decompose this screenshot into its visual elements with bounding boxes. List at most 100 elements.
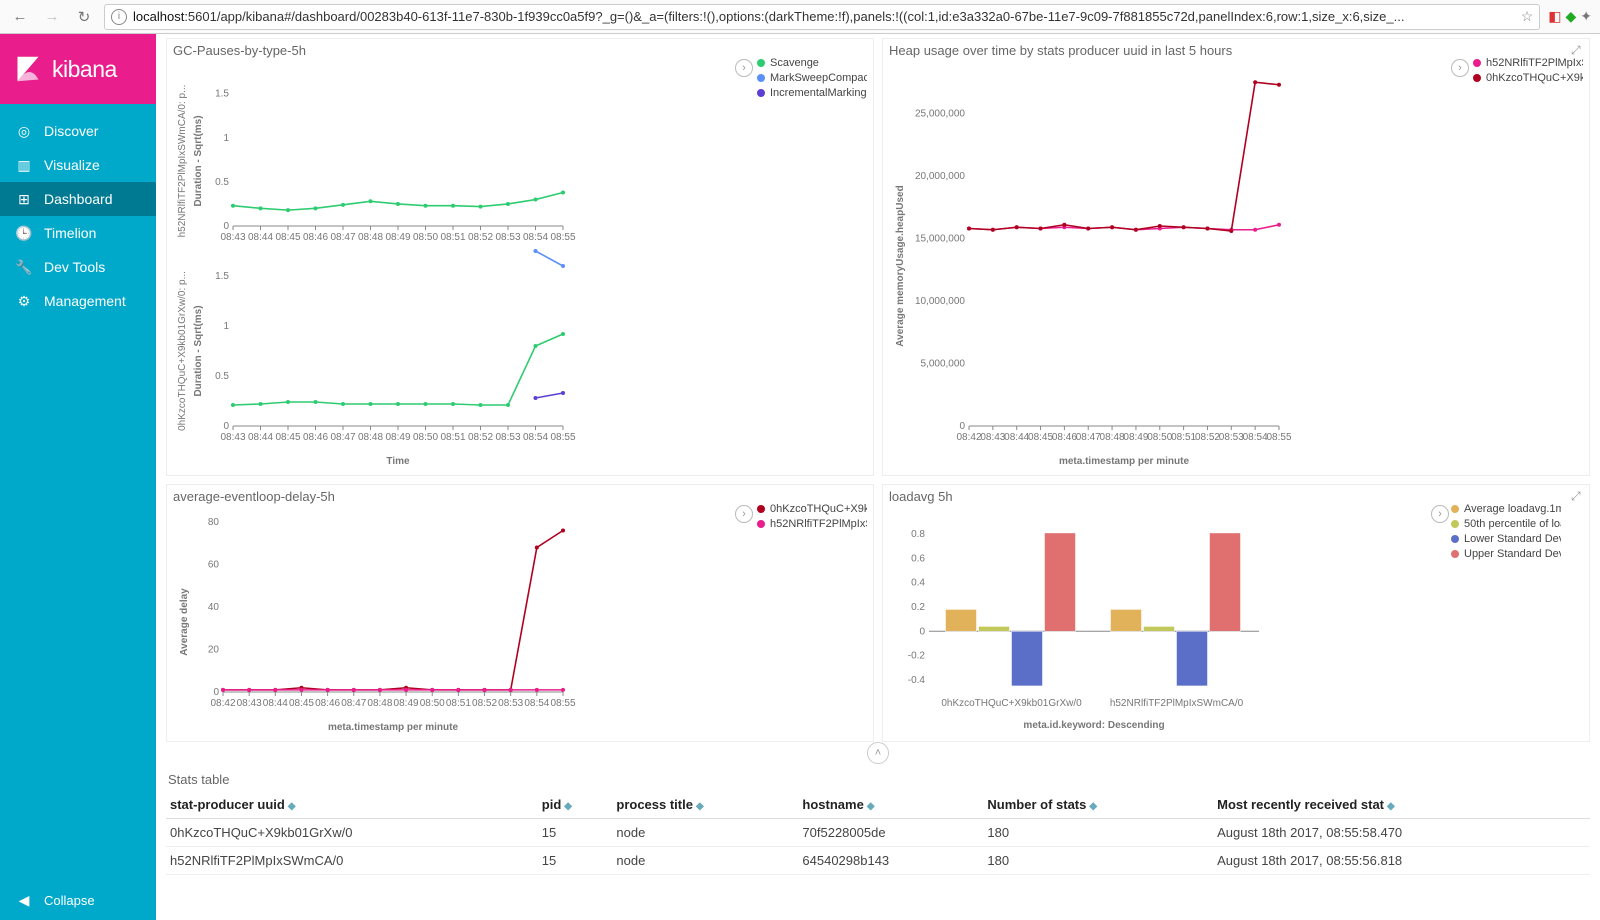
- extension-icon[interactable]: ✦: [1580, 8, 1592, 25]
- svg-text:08:53: 08:53: [495, 232, 520, 243]
- svg-text:08:54: 08:54: [523, 432, 548, 443]
- svg-text:08:50: 08:50: [420, 698, 445, 709]
- svg-text:08:52: 08:52: [1195, 432, 1220, 443]
- back-button[interactable]: ←: [8, 5, 32, 29]
- svg-text:08:55: 08:55: [550, 432, 575, 443]
- svg-text:0: 0: [223, 221, 229, 232]
- svg-text:0.8: 0.8: [911, 529, 925, 540]
- sidebar-item-dashboard[interactable]: ⊞Dashboard: [0, 182, 156, 216]
- table-row[interactable]: 0hKzcoTHQuC+X9kb01GrXw/015node70f5228005…: [166, 819, 1590, 847]
- svg-text:08:44: 08:44: [248, 432, 273, 443]
- heap-chart: 05,000,00010,000,00015,000,00020,000,000…: [889, 66, 1409, 466]
- table-header[interactable]: pid◆: [538, 791, 613, 819]
- sidebar-item-management[interactable]: ⚙Management: [0, 284, 156, 318]
- browser-chrome: ← → ↻ i localhost:5601/app/kibana#/dashb…: [0, 0, 1600, 34]
- sidebar-item-label: Discover: [44, 123, 98, 139]
- sidebar-item-dev-tools[interactable]: 🔧Dev Tools: [0, 250, 156, 284]
- svg-text:08:46: 08:46: [1052, 432, 1077, 443]
- svg-text:0: 0: [959, 421, 965, 432]
- panel-loadavg: loadavg 5h ⤢ › Average loadavg.1m50th pe…: [882, 484, 1590, 742]
- svg-text:1.5: 1.5: [215, 271, 229, 282]
- table-cell: node: [612, 819, 798, 847]
- svg-text:08:42: 08:42: [956, 432, 981, 443]
- svg-text:-0.2: -0.2: [908, 651, 926, 662]
- svg-text:1: 1: [223, 321, 229, 332]
- table-cell: August 18th 2017, 08:55:56.818: [1213, 847, 1590, 875]
- table-cell: 64540298b143: [798, 847, 983, 875]
- table-cell: 0hKzcoTHQuC+X9kb01GrXw/0: [166, 819, 538, 847]
- panel-title: Stats table: [166, 764, 1590, 791]
- svg-text:08:48: 08:48: [1100, 432, 1125, 443]
- site-info-icon[interactable]: i: [111, 9, 127, 25]
- svg-text:08:49: 08:49: [385, 232, 410, 243]
- maximize-icon[interactable]: ⤢: [1571, 43, 1585, 57]
- table-cell: 180: [983, 819, 1213, 847]
- sort-icon: ◆: [564, 801, 572, 812]
- svg-text:Average memoryUsage.heapUsed: Average memoryUsage.heapUsed: [895, 185, 906, 346]
- svg-text:20: 20: [208, 645, 220, 656]
- svg-text:08:49: 08:49: [394, 698, 419, 709]
- table-header[interactable]: Most recently received stat◆: [1213, 791, 1590, 819]
- svg-text:08:50: 08:50: [413, 432, 438, 443]
- svg-text:08:51: 08:51: [1171, 432, 1196, 443]
- svg-text:25,000,000: 25,000,000: [915, 109, 965, 120]
- svg-text:0: 0: [223, 421, 229, 432]
- sidebar-item-label: Management: [44, 293, 126, 309]
- bookmark-star-icon[interactable]: ☆: [1521, 8, 1534, 25]
- svg-text:08:51: 08:51: [446, 698, 471, 709]
- svg-text:40: 40: [208, 602, 220, 613]
- extension-icon[interactable]: ◧: [1548, 8, 1561, 25]
- svg-text:08:43: 08:43: [220, 232, 245, 243]
- svg-text:08:54: 08:54: [523, 232, 548, 243]
- table-cell: 70f5228005de: [798, 819, 983, 847]
- sort-icon: ◆: [1089, 801, 1097, 812]
- table-header[interactable]: process title◆: [612, 791, 798, 819]
- eventloop-chart: 02040608008:4208:4308:4408:4508:4608:470…: [173, 512, 693, 732]
- svg-text:08:50: 08:50: [1147, 432, 1172, 443]
- panel-gc-pauses: GC-Pauses-by-type-5h › ScavengeMarkSweep…: [166, 38, 874, 476]
- sidebar-nav: ◎Discover▥Visualize⊞Dashboard🕒Timelion🔧D…: [0, 104, 156, 880]
- panel-eventloop-delay: average-eventloop-delay-5h › 0hKzcoTHQuC…: [166, 484, 874, 742]
- sidebar-item-timelion[interactable]: 🕒Timelion: [0, 216, 156, 250]
- table-cell: 15: [538, 847, 613, 875]
- url-bar[interactable]: i localhost:5601/app/kibana#/dashboard/0…: [104, 4, 1540, 30]
- extension-icon[interactable]: ◆: [1565, 8, 1576, 25]
- forward-button[interactable]: →: [40, 5, 64, 29]
- svg-text:08:50: 08:50: [413, 232, 438, 243]
- svg-text:08:51: 08:51: [440, 232, 465, 243]
- maximize-icon[interactable]: ⤢: [1571, 489, 1585, 503]
- svg-text:1.5: 1.5: [215, 89, 229, 100]
- svg-text:08:48: 08:48: [367, 698, 392, 709]
- svg-text:08:55: 08:55: [1266, 432, 1291, 443]
- kibana-logo[interactable]: kibana: [0, 34, 156, 104]
- sidebar-item-discover[interactable]: ◎Discover: [0, 114, 156, 148]
- svg-text:08:42: 08:42: [210, 698, 235, 709]
- kibana-logo-icon: [14, 55, 42, 83]
- sidebar-item-visualize[interactable]: ▥Visualize: [0, 148, 156, 182]
- svg-text:meta.id.keyword: Descending: meta.id.keyword: Descending: [1023, 720, 1164, 731]
- table-header[interactable]: stat-producer uuid◆: [166, 791, 538, 819]
- svg-text:20,000,000: 20,000,000: [915, 171, 965, 182]
- svg-text:Duration - Sqrt(ms): Duration - Sqrt(ms): [193, 115, 204, 206]
- svg-text:08:53: 08:53: [498, 698, 523, 709]
- svg-text:08:53: 08:53: [495, 432, 520, 443]
- wrench-icon: 🔧: [16, 259, 32, 275]
- sort-icon: ◆: [867, 801, 875, 812]
- table-header[interactable]: Number of stats◆: [983, 791, 1213, 819]
- svg-text:10,000,000: 10,000,000: [915, 296, 965, 307]
- svg-text:08:47: 08:47: [330, 232, 355, 243]
- svg-text:5,000,000: 5,000,000: [921, 359, 966, 370]
- stats-table: stat-producer uuid◆pid◆process title◆hos…: [166, 791, 1590, 875]
- svg-text:0.6: 0.6: [911, 553, 925, 564]
- table-row[interactable]: h52NRlfiTF2PlMpIxSWmCA/015node64540298b1…: [166, 847, 1590, 875]
- scroll-top-button[interactable]: ˄: [867, 742, 889, 764]
- svg-text:Time: Time: [386, 456, 410, 466]
- collapse-button[interactable]: ◀ Collapse: [0, 880, 156, 920]
- svg-text:08:52: 08:52: [468, 432, 493, 443]
- table-header[interactable]: hostname◆: [798, 791, 983, 819]
- svg-text:08:54: 08:54: [524, 698, 549, 709]
- svg-text:0: 0: [213, 687, 219, 698]
- svg-text:meta.timestamp per minute: meta.timestamp per minute: [328, 722, 458, 732]
- reload-button[interactable]: ↻: [72, 5, 96, 29]
- svg-text:08:48: 08:48: [358, 432, 383, 443]
